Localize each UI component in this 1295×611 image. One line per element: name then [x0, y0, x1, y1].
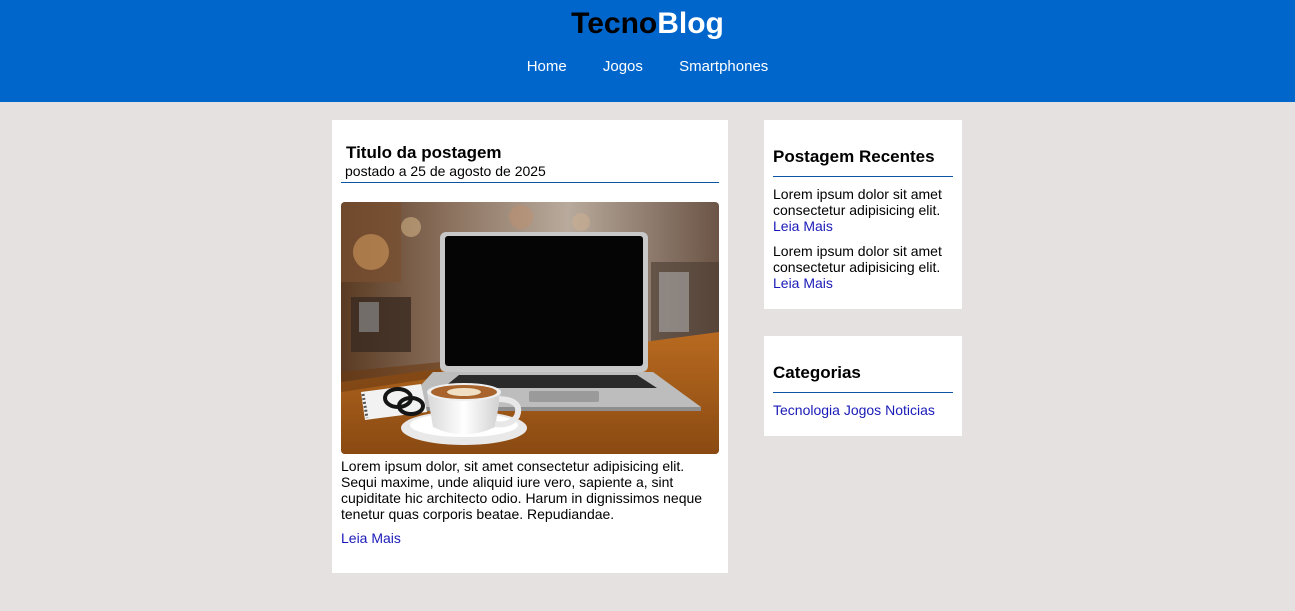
- categories-divider: [773, 392, 953, 393]
- recent-post-excerpt: Lorem ipsum dolor sit amet consectetur a…: [773, 186, 942, 218]
- recent-post-item: Lorem ipsum dolor sit amet consectetur a…: [773, 186, 958, 234]
- categories-list: Tecnologia Jogos Noticias: [773, 402, 935, 418]
- post-card: Titulo da postagem postado a 25 de agost…: [332, 120, 728, 573]
- recent-posts-widget: Postagem Recentes Lorem ipsum dolor sit …: [764, 120, 962, 309]
- recent-post-read-more-link[interactable]: Leia Mais: [773, 275, 833, 291]
- recent-post-read-more-link[interactable]: Leia Mais: [773, 218, 833, 234]
- post-title: Titulo da postagem: [346, 143, 502, 162]
- post-excerpt: Lorem ipsum dolor, sit amet consectetur …: [341, 458, 703, 522]
- recent-post-item: Lorem ipsum dolor sit amet consectetur a…: [773, 243, 958, 291]
- recent-posts-title: Postagem Recentes: [773, 147, 935, 166]
- logo-part-tecno: Tecno: [571, 7, 658, 40]
- recent-post-excerpt: Lorem ipsum dolor sit amet consectetur a…: [773, 243, 942, 275]
- nav-jogos[interactable]: Jogos: [603, 58, 643, 75]
- nav-smartphones[interactable]: Smartphones: [679, 58, 768, 75]
- main-nav: Home Jogos Smartphones: [0, 58, 1295, 76]
- post-read-more-link[interactable]: Leia Mais: [341, 530, 401, 547]
- site-header: TecnoBlog Home Jogos Smartphones: [0, 0, 1295, 102]
- nav-home[interactable]: Home: [527, 58, 567, 75]
- post-date: postado a 25 de agosto de 2025: [345, 163, 546, 179]
- categories-title: Categorias: [773, 363, 861, 382]
- category-jogos[interactable]: Jogos: [844, 402, 881, 418]
- logo-part-blog: Blog: [657, 7, 724, 40]
- categories-widget: Categorias Tecnologia Jogos Noticias: [764, 336, 962, 436]
- category-noticias[interactable]: Noticias: [885, 402, 935, 418]
- recent-posts-divider: [773, 176, 953, 177]
- category-tecnologia[interactable]: Tecnologia: [773, 402, 840, 418]
- site-logo[interactable]: TecnoBlog: [0, 7, 1295, 41]
- post-image-laptop-coffee: [341, 202, 719, 454]
- post-divider: [341, 182, 719, 183]
